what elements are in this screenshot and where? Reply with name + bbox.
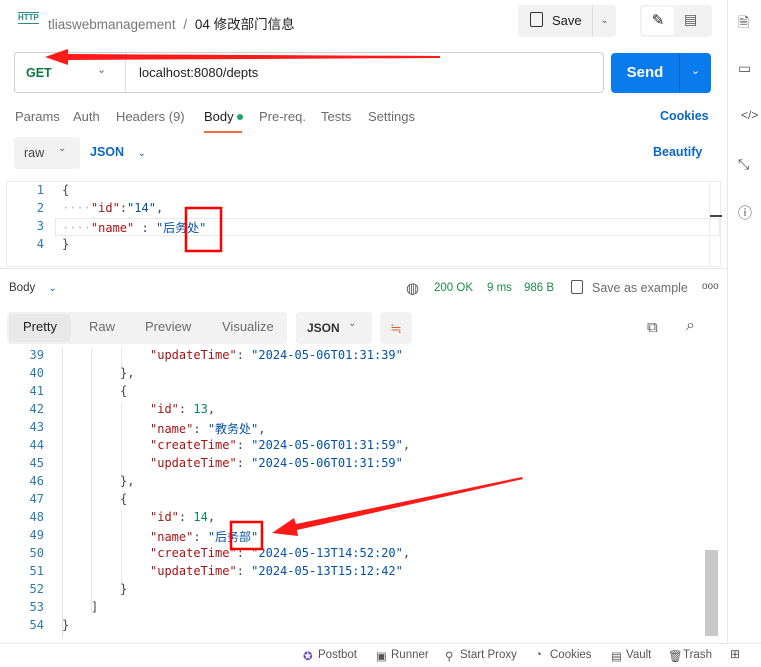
red-box-request [184, 206, 223, 253]
red-box-response [229, 520, 264, 551]
annotation-overlay [45, 49, 523, 551]
red-arrow-top [45, 49, 440, 65]
red-arrow-bottom [272, 477, 523, 536]
